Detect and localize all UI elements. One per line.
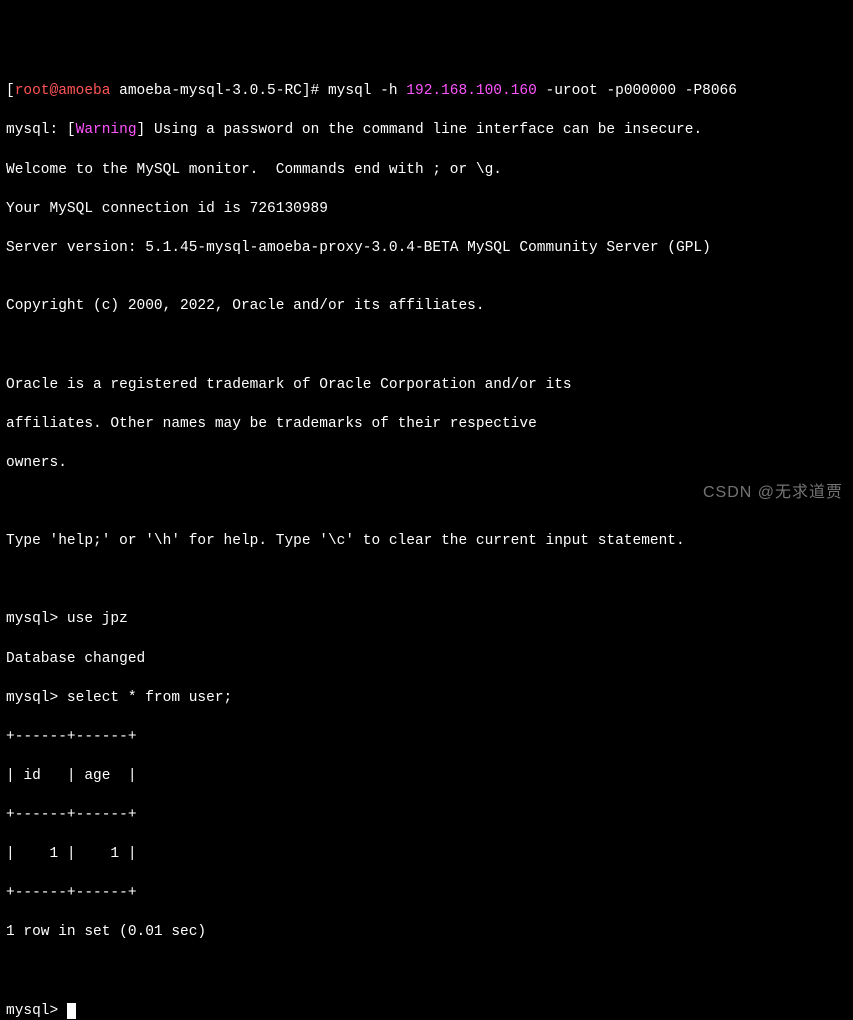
table-border: +------+------+ (6, 884, 847, 904)
table-header: | id | age | (6, 767, 847, 787)
copyright-line: Copyright (c) 2000, 2022, Oracle and/or … (6, 297, 847, 317)
blank-line (6, 963, 847, 983)
welcome-line: Welcome to the MySQL monitor. Commands e… (6, 161, 847, 181)
select-query-line: mysql> select * from user; (6, 689, 847, 709)
user-host: root@amoeba (15, 83, 111, 99)
blank-line (6, 337, 847, 357)
help-line: Type 'help;' or '\h' for help. Type '\c'… (6, 532, 847, 552)
trademark-line-1: Oracle is a registered trademark of Orac… (6, 376, 847, 396)
shell-prompt-line: [root@amoeba amoeba-mysql-3.0.5-RC]# mys… (6, 82, 847, 102)
watermark-text: CSDN @无求道贾 (703, 482, 843, 504)
row-count-line: 1 row in set (0.01 sec) (6, 923, 847, 943)
mysql-prompt[interactable]: mysql> (6, 1002, 847, 1020)
table-row: | 1 | 1 | (6, 845, 847, 865)
warning-line: mysql: [Warning] Using a password on the… (6, 121, 847, 141)
cursor-icon (67, 1003, 76, 1019)
table-border: +------+------+ (6, 728, 847, 748)
warning-word: Warning (76, 122, 137, 138)
trademark-line-3: owners. (6, 454, 847, 474)
connection-id-line: Your MySQL connection id is 726130989 (6, 200, 847, 220)
trademark-line-2: affiliates. Other names may be trademark… (6, 415, 847, 435)
db-changed-line: Database changed (6, 650, 847, 670)
ip-address: 192.168.100.160 (406, 83, 537, 99)
server-version-line: Server version: 5.1.45-mysql-amoeba-prox… (6, 239, 847, 259)
use-db-line: mysql> use jpz (6, 610, 847, 630)
table-border: +------+------+ (6, 806, 847, 826)
blank-line (6, 571, 847, 591)
